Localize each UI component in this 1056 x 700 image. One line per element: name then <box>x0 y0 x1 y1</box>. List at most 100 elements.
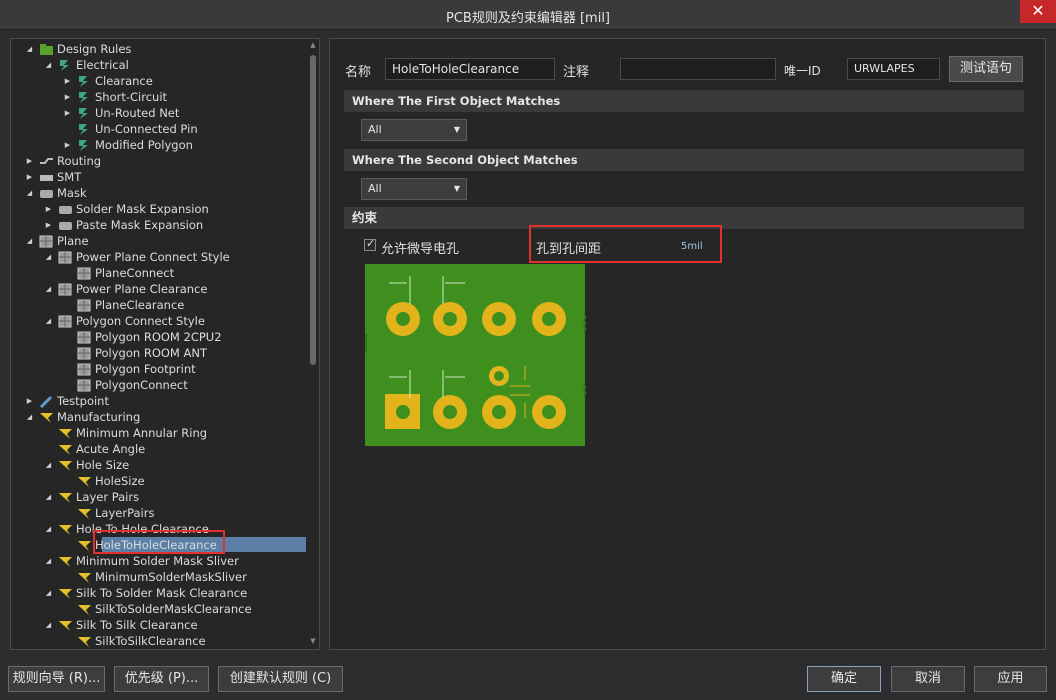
tree-item[interactable]: SilkToSolderMaskClearance <box>11 601 301 617</box>
tree-item[interactable]: PlaneClearance <box>11 297 301 313</box>
tree-item[interactable]: Polygon ROOM 2CPU2 <box>11 329 301 345</box>
expand-down-icon[interactable]: ◢ <box>44 617 53 633</box>
expand-right-icon[interactable]: ▶ <box>63 89 72 105</box>
expand-down-icon[interactable]: ◢ <box>44 313 53 329</box>
test-query-button[interactable]: 测试语句 <box>949 56 1023 82</box>
expand-down-icon[interactable]: ◢ <box>44 57 53 73</box>
expand-down-icon[interactable]: ◢ <box>44 249 53 265</box>
tree-item[interactable]: LayerPairs <box>11 505 301 521</box>
rules-tree[interactable]: ◢ Design Rules ◢ Electrical ▶ Clearance ▶ Short… <box>10 38 320 650</box>
tree-item[interactable]: Un-Connected Pin <box>11 121 301 137</box>
mfg-icon <box>77 507 92 520</box>
tree-item[interactable]: ◢ Power Plane Connect Style <box>11 249 301 265</box>
uid-field[interactable]: URWLAPES <box>847 58 940 80</box>
tree-item[interactable]: ◢ Manufacturing <box>11 409 301 425</box>
tree-item[interactable]: ◢ Electrical <box>11 57 301 73</box>
expand-right-icon[interactable]: ▶ <box>25 393 34 409</box>
tree-item-label: PolygonConnect <box>95 378 188 392</box>
hole-clearance-diagram <box>365 264 587 446</box>
apply-button[interactable]: 应用 <box>974 666 1047 692</box>
tree-item[interactable]: ◢ Minimum Solder Mask Sliver <box>11 553 301 569</box>
tree-scrollbar[interactable]: ▲ ▼ <box>307 41 319 647</box>
plane-icon <box>77 347 92 360</box>
expand-right-icon[interactable]: ▶ <box>63 73 72 89</box>
tree-item[interactable]: ▶ SMT <box>11 169 301 185</box>
tree-item[interactable]: Polygon Footprint <box>11 361 301 377</box>
tree-item[interactable]: SilkToSilkClearance <box>11 633 301 649</box>
chevron-down-icon: ▼ <box>453 125 460 134</box>
tree-item[interactable]: Acute Angle <box>11 441 301 457</box>
close-button[interactable]: ✕ <box>1020 0 1056 23</box>
expand-down-icon[interactable]: ◢ <box>25 41 34 57</box>
create-default-rules-button[interactable]: 创建默认规则 (C) <box>218 666 343 692</box>
tree-item[interactable]: ◢ Hole Size <box>11 457 301 473</box>
tree-item[interactable]: ▶ Paste Mask Expansion <box>11 217 301 233</box>
allow-micro-via-label: 允许微导电孔 <box>381 242 460 257</box>
test-icon <box>39 395 54 409</box>
mfg-icon <box>58 555 73 568</box>
tree-item[interactable]: ▶ Modified Polygon <box>11 137 301 153</box>
tree-item[interactable]: ◢ Silk To Solder Mask Clearance <box>11 585 301 601</box>
route-icon <box>39 155 54 168</box>
mfg-icon <box>77 539 92 552</box>
tree-item[interactable]: ◢ Silk To Silk Clearance <box>11 617 301 633</box>
expand-down-icon[interactable]: ◢ <box>25 233 34 249</box>
priority-button[interactable]: 优先级 (P)... <box>114 666 209 692</box>
first-object-combo[interactable]: All ▼ <box>361 119 467 141</box>
allow-micro-via-checkbox[interactable]: ✓ <box>364 237 376 251</box>
tree-item[interactable]: ◢ Design Rules <box>11 41 301 57</box>
tree-item[interactable]: HoleSize <box>11 473 301 489</box>
first-object-header: Where The First Object Matches <box>344 90 1024 112</box>
tree-item[interactable]: ◢ Plane <box>11 233 301 249</box>
tree-item[interactable]: Minimum Annular Ring <box>11 425 301 441</box>
name-field[interactable]: HoleToHoleClearance <box>385 58 555 80</box>
comment-field[interactable] <box>620 58 776 80</box>
mask-icon <box>58 203 73 216</box>
expand-down-icon[interactable]: ◢ <box>44 553 53 569</box>
expand-down-icon[interactable]: ◢ <box>25 185 34 201</box>
rule-editor-panel: 名称 HoleToHoleClearance 注释 唯一ID URWLAPES … <box>329 38 1046 650</box>
expand-down-icon[interactable]: ◢ <box>44 281 53 297</box>
tree-item[interactable]: MinimumSolderMaskSliver <box>11 569 301 585</box>
plane-icon <box>77 267 92 280</box>
tree-item[interactable]: ▶ Testpoint <box>11 393 301 409</box>
expand-down-icon[interactable]: ◢ <box>44 457 53 473</box>
tree-item[interactable]: PolygonConnect <box>11 377 301 393</box>
expand-right-icon[interactable]: ▶ <box>25 169 34 185</box>
expand-down-icon[interactable]: ◢ <box>44 489 53 505</box>
expand-right-icon[interactable]: ▶ <box>25 153 34 169</box>
tree-item-label: Short-Circuit <box>95 90 168 104</box>
scroll-down-arrow[interactable]: ▼ <box>309 637 317 645</box>
tree-item-label: Silk To Solder Mask Clearance <box>76 586 248 600</box>
tree-item[interactable]: ◢ Polygon Connect Style <box>11 313 301 329</box>
window-title: PCB规则及约束编辑器 [mil] <box>446 11 610 26</box>
cancel-button[interactable]: 取消 <box>891 666 965 692</box>
expand-right-icon[interactable]: ▶ <box>63 137 72 153</box>
expand-right-icon[interactable]: ▶ <box>44 201 53 217</box>
ok-button[interactable]: 确定 <box>807 666 881 692</box>
second-object-combo[interactable]: All ▼ <box>361 178 467 200</box>
tree-item[interactable]: PlaneConnect <box>11 265 301 281</box>
tree-item[interactable]: ▶ Un-Routed Net <box>11 105 301 121</box>
tree-item[interactable]: ◢ Layer Pairs <box>11 489 301 505</box>
expand-right-icon[interactable]: ▶ <box>44 217 53 233</box>
plane-icon <box>58 315 73 328</box>
tree-item[interactable]: ▶ Clearance <box>11 73 301 89</box>
tree-scroll-thumb[interactable] <box>310 55 316 365</box>
tree-item[interactable]: ▶ Solder Mask Expansion <box>11 201 301 217</box>
rule-wizard-button[interactable]: 规则向导 (R)... <box>8 666 105 692</box>
tree-item-label: Un-Routed Net <box>95 106 180 120</box>
expand-down-icon[interactable]: ◢ <box>44 521 53 537</box>
plane-icon <box>77 331 92 344</box>
expand-right-icon[interactable]: ▶ <box>63 105 72 121</box>
scroll-up-arrow[interactable]: ▲ <box>309 41 317 49</box>
tree-item[interactable]: ▶ Routing <box>11 153 301 169</box>
expand-down-icon[interactable]: ◢ <box>44 585 53 601</box>
tree-item[interactable]: ◢ Mask <box>11 185 301 201</box>
expand-down-icon[interactable]: ◢ <box>25 409 34 425</box>
tree-item-label: PlaneConnect <box>95 266 175 280</box>
bolt-icon <box>77 75 92 88</box>
tree-item[interactable]: ▶ Short-Circuit <box>11 89 301 105</box>
tree-item[interactable]: Polygon ROOM ANT <box>11 345 301 361</box>
tree-item[interactable]: ◢ Power Plane Clearance <box>11 281 301 297</box>
